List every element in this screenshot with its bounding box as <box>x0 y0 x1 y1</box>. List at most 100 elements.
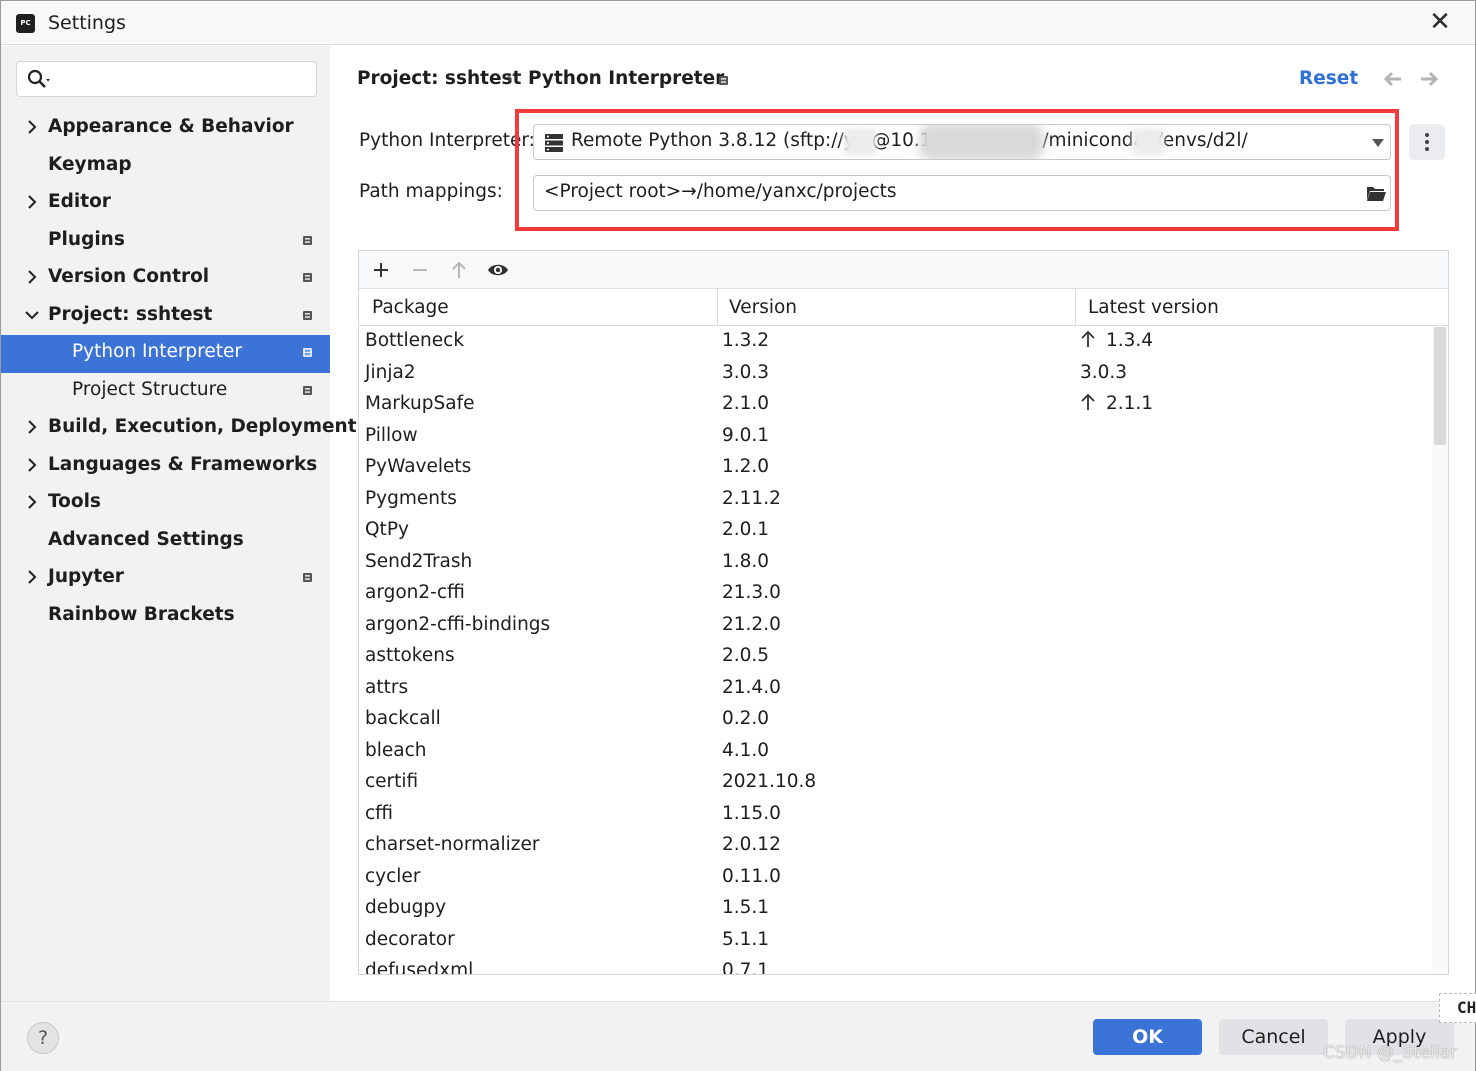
table-row[interactable]: MarkupSafe 2.1.0 2.1.1 <box>359 390 1431 422</box>
chevron-right-icon[interactable] <box>22 117 42 137</box>
package-name: cffi <box>365 802 394 824</box>
sidebar-item[interactable]: Rainbow Brackets <box>1 598 330 636</box>
package-name: Send2Trash <box>365 550 473 572</box>
table-row[interactable]: cffi 1.15.0 <box>359 800 1431 832</box>
chevron-right-icon[interactable] <box>22 267 42 287</box>
packages-table-body: Bottleneck 1.3.2 1.3.4 Jinja2 3.0.3 3.0.3 Mark… <box>359 327 1431 975</box>
sidebar-item[interactable]: Project Structure <box>1 373 330 411</box>
table-row[interactable]: backcall 0.2.0 <box>359 705 1431 737</box>
column-divider[interactable] <box>1075 289 1076 326</box>
package-name: QtPy <box>365 519 409 540</box>
close-icon[interactable]: ✕ <box>1425 7 1455 37</box>
search-icon <box>27 69 50 88</box>
forward-arrow-icon[interactable] <box>1419 69 1441 89</box>
package-latest-version: 2.1.1 <box>1080 393 1153 414</box>
chevron-right-icon[interactable] <box>22 455 42 475</box>
sidebar-item[interactable]: Project: sshtest <box>1 298 330 336</box>
scrollbar-thumb[interactable] <box>1434 327 1446 445</box>
table-row[interactable]: charset-normalizer 2.0.12 <box>359 831 1431 863</box>
project-scope-icon <box>303 310 312 320</box>
table-row[interactable]: bleach 4.1.0 <box>359 737 1431 769</box>
sidebar-item[interactable]: Advanced Settings <box>1 523 330 561</box>
package-name: backcall <box>365 708 441 729</box>
sidebar-item[interactable]: Appearance & Behavior <box>1 110 330 148</box>
help-button[interactable]: ? <box>27 1022 59 1054</box>
sidebar-item-label: Rainbow Brackets <box>48 603 235 625</box>
table-row[interactable]: Pillow 9.0.1 <box>359 422 1431 454</box>
remove-icon[interactable] <box>409 259 431 281</box>
sidebar-item[interactable]: Languages & Frameworks <box>1 448 330 486</box>
eye-icon[interactable] <box>487 259 509 281</box>
sidebar-item-label: Jupyter <box>48 566 124 587</box>
package-name: decorator <box>365 928 455 950</box>
vertical-scrollbar[interactable] <box>1432 327 1448 974</box>
sidebar-item[interactable]: Editor <box>1 185 330 223</box>
table-row[interactable]: defusedxml 0.7.1 <box>359 957 1431 975</box>
add-icon[interactable] <box>370 259 392 281</box>
cancel-button[interactable]: Cancel <box>1219 1019 1328 1055</box>
package-version: 0.2.0 <box>722 708 770 729</box>
sidebar-item[interactable]: Version Control <box>1 260 330 298</box>
reset-link[interactable]: Reset <box>1299 68 1358 89</box>
upgrade-icon[interactable] <box>448 259 470 281</box>
table-row[interactable]: decorator 5.1.1 <box>359 926 1431 958</box>
interpreter-options-button[interactable] <box>1409 124 1445 160</box>
package-version: 21.2.0 <box>722 613 781 635</box>
chevron-right-icon[interactable] <box>22 192 42 212</box>
table-row[interactable]: Jinja2 3.0.3 3.0.3 <box>359 359 1431 391</box>
chevron-right-icon[interactable] <box>22 417 42 437</box>
package-name: argon2-cffi-bindings <box>365 613 551 635</box>
package-version: 0.11.0 <box>722 865 781 887</box>
table-row[interactable]: Bottleneck 1.3.2 1.3.4 <box>359 327 1431 359</box>
table-row[interactable]: cycler 0.11.0 <box>359 863 1431 895</box>
package-version: 0.7.1 <box>722 960 770 975</box>
chevron-right-icon[interactable] <box>22 492 42 512</box>
project-scope-icon <box>303 235 312 245</box>
python-interpreter-label: Python Interpreter: <box>359 130 535 151</box>
table-row[interactable]: PyWavelets 1.2.0 <box>359 453 1431 485</box>
packages-toolbar <box>359 251 1448 289</box>
chevron-down-icon[interactable] <box>22 305 42 325</box>
package-name: Pillow <box>365 424 418 446</box>
table-row[interactable]: Send2Trash 1.8.0 <box>359 548 1431 580</box>
more-vertical-icon <box>1425 147 1429 151</box>
column-header-version[interactable]: Version <box>729 297 797 318</box>
table-row[interactable]: Pygments 2.11.2 <box>359 485 1431 517</box>
package-version: 2021.10.8 <box>722 771 817 792</box>
sidebar-item-label: Project: sshtest <box>48 303 213 325</box>
pycharm-app-icon: PC <box>16 14 35 33</box>
table-row[interactable]: QtPy 2.0.1 <box>359 516 1431 548</box>
project-scope-icon <box>303 385 312 395</box>
sidebar-item-label: Keymap <box>48 153 132 175</box>
sidebar-item[interactable]: Python Interpreter <box>1 335 330 373</box>
breadcrumb-project[interactable]: Project: sshtest <box>357 68 521 89</box>
table-row[interactable]: argon2-cffi 21.3.0 <box>359 579 1431 611</box>
sidebar-item[interactable]: Tools <box>1 485 330 523</box>
chevron-right-icon[interactable] <box>22 567 42 587</box>
sidebar-item[interactable]: Build, Execution, Deployment <box>1 410 357 448</box>
column-header-latest-version[interactable]: Latest version <box>1088 297 1219 318</box>
package-version: 1.15.0 <box>722 802 781 824</box>
settings-search-input[interactable] <box>16 61 317 97</box>
table-row[interactable]: certifi 2021.10.8 <box>359 768 1431 800</box>
column-header-package[interactable]: Package <box>372 297 449 318</box>
package-name: attrs <box>365 676 409 698</box>
sidebar-item[interactable]: Keymap <box>1 148 330 186</box>
package-name: bleach <box>365 739 427 761</box>
sidebar-item-label: Appearance & Behavior <box>48 116 294 137</box>
package-name: Jinja2 <box>365 361 416 383</box>
column-divider[interactable] <box>717 289 718 326</box>
back-arrow-icon[interactable] <box>1381 69 1403 89</box>
package-name: PyWavelets <box>365 456 472 477</box>
package-version: 9.0.1 <box>722 424 770 446</box>
package-version: 4.1.0 <box>722 739 770 761</box>
table-row[interactable]: argon2-cffi-bindings 21.2.0 <box>359 611 1431 643</box>
sidebar-item[interactable]: Plugins <box>1 223 330 261</box>
table-row[interactable]: debugpy 1.5.1 <box>359 894 1431 926</box>
sidebar-item[interactable]: Jupyter <box>1 560 330 598</box>
packages-table-panel: Package Version Latest version Bottlenec… <box>358 250 1449 975</box>
table-row[interactable]: attrs 21.4.0 <box>359 674 1431 706</box>
table-row[interactable]: asttokens 2.0.5 <box>359 642 1431 674</box>
highlight-box <box>515 109 1399 231</box>
ok-button[interactable]: OK <box>1093 1019 1202 1055</box>
